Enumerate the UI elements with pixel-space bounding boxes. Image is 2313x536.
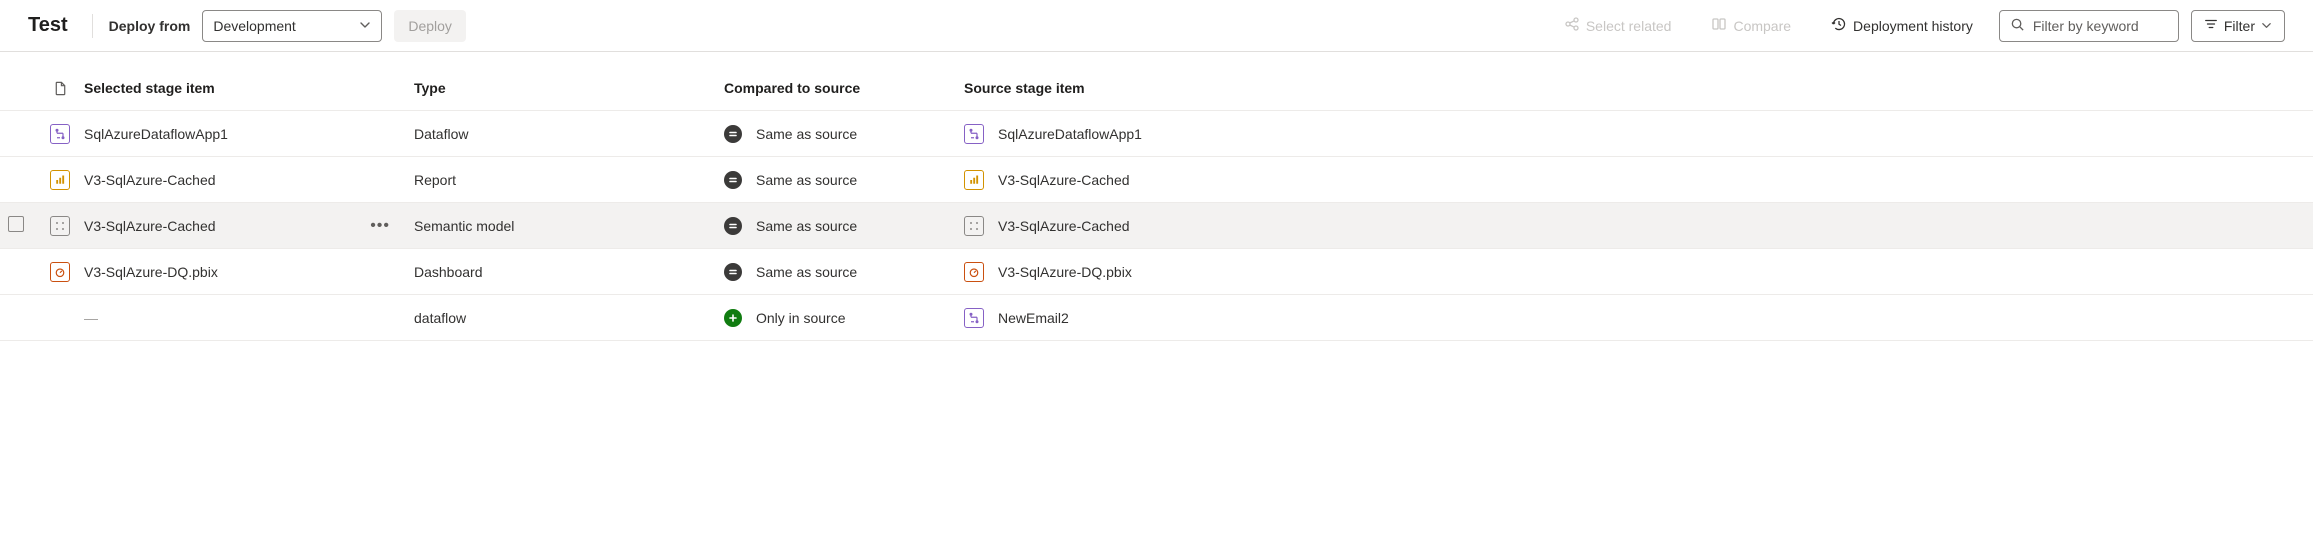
item-name: V3-SqlAzure-DQ.pbix	[84, 264, 218, 280]
compare-text: Same as source	[756, 126, 857, 142]
item-type: Semantic model	[414, 218, 724, 234]
item-type: Report	[414, 172, 724, 188]
item-type: dataflow	[414, 310, 724, 326]
table-header: Selected stage item Type Compared to sou…	[0, 80, 2313, 111]
dataflow-icon	[964, 124, 984, 144]
toolbar: Test Deploy from Development Deploy Sele…	[0, 0, 2313, 52]
compare-text: Same as source	[756, 218, 857, 234]
dataflow-icon	[964, 308, 984, 328]
item-name: V3-SqlAzure-Cached	[84, 218, 216, 234]
table-row[interactable]: V3-SqlAzure-Cached ••• Semantic model Sa…	[0, 203, 2313, 249]
compare-text: Same as source	[756, 172, 857, 188]
divider	[92, 14, 93, 38]
deploy-from-value: Development	[213, 18, 296, 34]
more-options-icon[interactable]: •••	[370, 217, 390, 235]
search-icon	[2010, 17, 2025, 35]
select-related-button[interactable]: Select related	[1550, 10, 1686, 42]
compare-button[interactable]: Compare	[1697, 10, 1805, 42]
item-type: Dashboard	[414, 264, 724, 280]
col-type-header: Type	[414, 80, 724, 96]
equal-icon	[724, 217, 742, 235]
history-icon	[1831, 16, 1847, 35]
deploy-from-label: Deploy from	[109, 18, 191, 34]
col-compared-header: Compared to source	[724, 80, 964, 96]
select-related-icon	[1564, 16, 1580, 35]
filter-keyword-search[interactable]	[1999, 10, 2179, 42]
source-item-name: V3-SqlAzure-Cached	[998, 218, 1130, 234]
compare-text: Only in source	[756, 310, 845, 326]
equal-icon	[724, 171, 742, 189]
source-item-name: V3-SqlAzure-Cached	[998, 172, 1130, 188]
report-icon	[964, 170, 984, 190]
filter-button[interactable]: Filter	[2191, 10, 2285, 42]
items-table: Selected stage item Type Compared to sou…	[0, 52, 2313, 341]
chevron-down-icon	[359, 18, 371, 34]
equal-icon	[724, 125, 742, 143]
file-icon	[36, 81, 84, 96]
semantic-icon	[50, 216, 70, 236]
item-name: SqlAzureDataflowApp1	[84, 126, 228, 142]
source-item-name: NewEmail2	[998, 310, 1069, 326]
compare-text: Same as source	[756, 264, 857, 280]
source-item-name: V3-SqlAzure-DQ.pbix	[998, 264, 1132, 280]
item-name: —	[84, 310, 98, 326]
dataflow-icon	[50, 124, 70, 144]
semantic-icon	[964, 216, 984, 236]
col-selected-header: Selected stage item	[84, 80, 414, 96]
row-checkbox[interactable]	[8, 216, 24, 232]
deployment-history-button[interactable]: Deployment history	[1817, 10, 1987, 42]
compare-icon	[1711, 16, 1727, 35]
deploy-from-dropdown[interactable]: Development	[202, 10, 382, 42]
report-icon	[50, 170, 70, 190]
dashboard-icon	[50, 262, 70, 282]
table-row[interactable]: SqlAzureDataflowApp1 ••• Dataflow Same a…	[0, 111, 2313, 157]
chevron-down-icon	[2261, 18, 2272, 34]
item-type: Dataflow	[414, 126, 724, 142]
table-row[interactable]: V3-SqlAzure-Cached ••• Report Same as so…	[0, 157, 2313, 203]
deploy-button[interactable]: Deploy	[394, 10, 466, 42]
dashboard-icon	[964, 262, 984, 282]
stage-title: Test	[28, 14, 68, 37]
item-name: V3-SqlAzure-Cached	[84, 172, 216, 188]
equal-icon	[724, 263, 742, 281]
plus-icon	[724, 309, 742, 327]
source-item-name: SqlAzureDataflowApp1	[998, 126, 1142, 142]
filter-icon	[2204, 17, 2218, 34]
table-row[interactable]: — ••• dataflow Only in source NewEmail2	[0, 295, 2313, 341]
col-source-header: Source stage item	[964, 80, 2313, 96]
filter-keyword-input[interactable]	[2033, 18, 2163, 34]
table-row[interactable]: V3-SqlAzure-DQ.pbix ••• Dashboard Same a…	[0, 249, 2313, 295]
